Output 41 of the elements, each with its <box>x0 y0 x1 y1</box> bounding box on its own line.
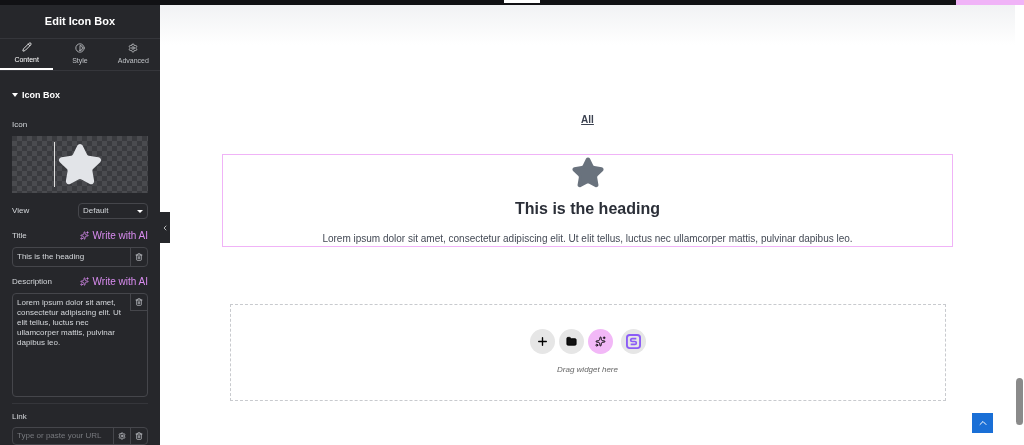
sparkle-icon <box>594 336 606 347</box>
scrollbar-thumb[interactable] <box>1016 378 1023 425</box>
caret-icon <box>12 93 18 98</box>
chevron-left-icon <box>161 223 169 232</box>
write-with-ai-link[interactable]: Write with AI <box>92 274 148 289</box>
logo-button[interactable] <box>620 329 646 354</box>
folder-icon <box>565 336 577 347</box>
view-select[interactable]: Default <box>78 203 148 219</box>
field-label: View <box>12 205 30 217</box>
caret-icon <box>137 209 143 213</box>
trash-icon <box>135 298 143 306</box>
field-label: Link <box>12 411 28 423</box>
pencil-icon <box>21 41 32 52</box>
panel-title: Edit Icon Box <box>44 14 116 30</box>
section-toggle[interactable]: Icon Box <box>12 88 148 102</box>
star-icon <box>569 156 606 190</box>
drop-hint: Drag widget here <box>557 364 618 376</box>
icon-box-heading: This is the heading <box>515 199 660 219</box>
contrast-icon <box>75 42 85 53</box>
delete-button[interactable] <box>130 294 147 311</box>
icon-box-description: Lorem ipsum dolor sit amet, consectetur adipiscing elit. Ut elit tellus, luctus nec ullamcorper mattis, pulvinar dapibus leo. <box>322 232 853 246</box>
all-link[interactable]: All <box>581 112 594 127</box>
plus-icon <box>535 335 549 348</box>
sparkle-icon <box>79 231 89 240</box>
field-label: Icon <box>12 119 29 131</box>
trash-icon <box>135 432 143 440</box>
icon-picker[interactable] <box>12 136 148 193</box>
field-label: Title <box>12 229 27 242</box>
sparkle-icon <box>79 277 89 286</box>
gear-icon <box>128 42 139 53</box>
settings-icon <box>118 432 126 440</box>
template-library-button[interactable] <box>558 329 584 354</box>
description-field[interactable]: Lorem ipsum dolor sit amet, consectetur adipiscing elit. Ut elit tellus, luctus nec ullamcorper mattis, pulvinar dapibus leo. <box>12 293 148 397</box>
title-field[interactable]: This is the heading <box>12 247 148 267</box>
field-label: Description <box>12 275 52 288</box>
write-with-ai-link[interactable]: Write with AI <box>92 228 148 243</box>
ai-button[interactable] <box>587 329 613 354</box>
back-to-top-button[interactable] <box>972 413 993 433</box>
s-logo-icon <box>625 334 641 349</box>
add-widget-button[interactable] <box>529 329 555 354</box>
trash-icon <box>135 253 143 261</box>
